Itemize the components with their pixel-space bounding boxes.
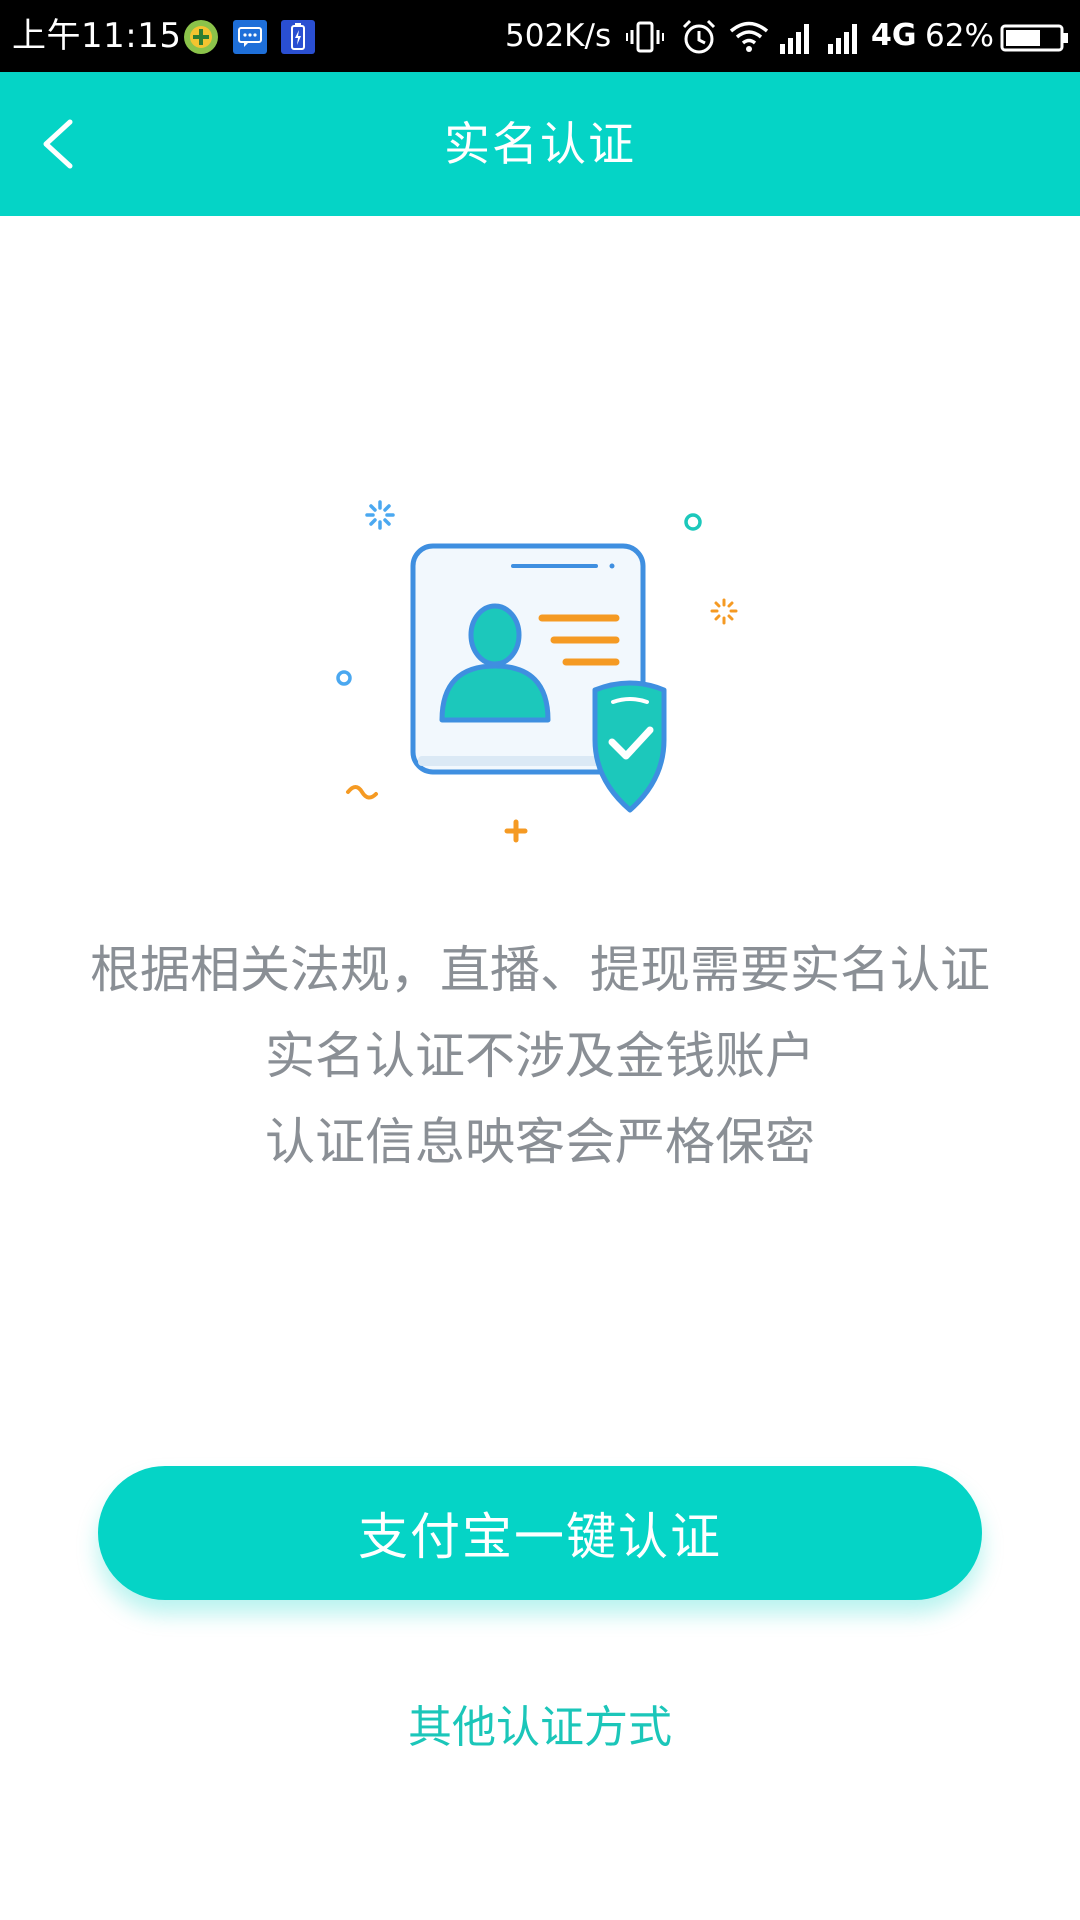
battery-saver-notification-icon <box>281 20 315 54</box>
battery-percentage: 62% <box>925 18 994 54</box>
info-text-line: 实名认证不涉及金钱账户 <box>265 1027 815 1085</box>
alarm-icon <box>682 19 716 54</box>
network-speed: 502K/s <box>505 18 612 54</box>
sparkle-decoration <box>710 598 738 625</box>
squiggle-decoration <box>346 785 378 800</box>
network-type: 4G <box>871 18 917 53</box>
app-bar: 实名认证 <box>0 72 1080 216</box>
vibrate-icon <box>626 21 664 53</box>
other-verification-link[interactable]: 其他认证方式 <box>0 1700 1080 1756</box>
battery-icon <box>1000 24 1068 52</box>
wifi-icon <box>729 21 769 52</box>
message-notification-icon <box>233 20 267 54</box>
page-title: 实名认证 <box>444 117 636 171</box>
signal-icon <box>780 24 809 54</box>
status-bar: 上午11:15 502K/s 4G 62% <box>0 0 1080 72</box>
back-button[interactable] <box>20 102 104 186</box>
id-card-verified-icon <box>336 500 738 843</box>
sparkle-decoration <box>365 500 395 530</box>
info-text-line: 根据相关法规，直播、提现需要实名认证 <box>90 941 990 999</box>
signal-icon <box>828 24 857 54</box>
app-notification-icon <box>184 20 218 54</box>
chevron-left-icon <box>43 119 73 169</box>
alipay-verify-button[interactable]: 支付宝一键认证 <box>98 1466 982 1600</box>
status-time: 上午11:15 <box>12 16 182 56</box>
circle-decoration <box>336 670 352 686</box>
info-text-line: 认证信息映客会严格保密 <box>265 1113 815 1171</box>
circle-decoration <box>684 513 702 531</box>
plus-decoration <box>504 819 528 843</box>
